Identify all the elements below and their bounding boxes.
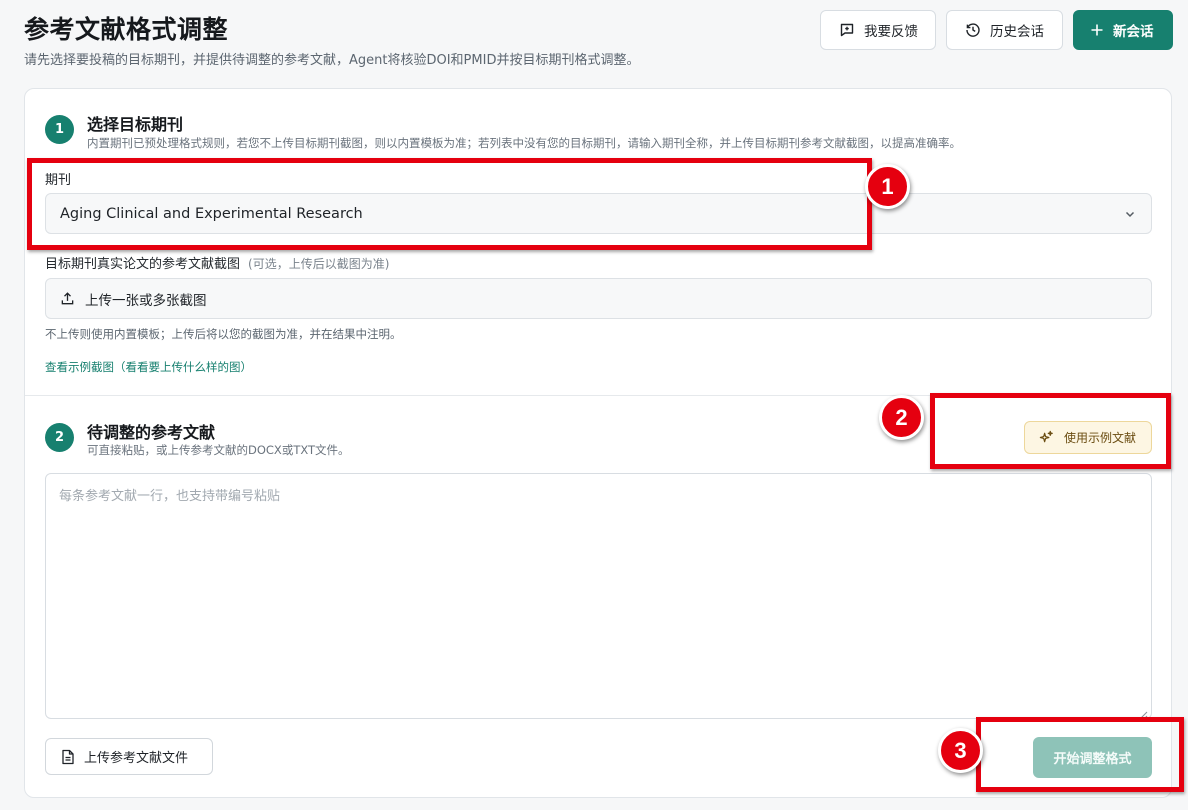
page-title: 参考文献格式调整 [24,15,229,44]
history-icon [965,22,981,38]
annotation-number-2: 2 [879,395,924,440]
annotation-box-1 [27,158,872,250]
step-1-title: 选择目标期刊 [87,115,184,134]
feedback-button[interactable]: 我要反馈 [820,10,936,50]
screenshot-upload-label: 上传一张或多张截图 [85,292,207,309]
annotation-number-1: 1 [865,164,910,209]
template-note: 不上传则使用内置模板；上传后将以您的截图为准，并在结果中注明。 [45,327,402,341]
references-textarea[interactable] [45,473,1152,719]
new-session-label: 新会话 [1113,24,1154,40]
annotation-number-3: 3 [938,728,983,773]
history-button[interactable]: 历史会话 [946,10,1063,50]
annotation-box-3 [976,717,1184,792]
screenshot-hint: (可选，上传后以截图为准) [248,257,390,271]
step-2-badge: 2 [45,423,74,452]
history-label: 历史会话 [990,24,1044,40]
step-2-description: 可直接粘贴，或上传参考文献的DOCX或TXT文件。 [87,443,350,457]
feedback-icon [839,22,855,38]
upload-references-file-label: 上传参考文献文件 [84,751,189,766]
screenshot-label: 目标期刊真实论文的参考文献截图 (可选，上传后以截图为准) [45,253,389,272]
feedback-label: 我要反馈 [864,24,918,40]
step-1-description: 内置期刊已预处理格式规则，若您不上传目标期刊截图，则以内置模板为准；若列表中没有… [87,136,961,150]
screenshot-label-text: 目标期刊真实论文的参考文献截图 [45,257,241,272]
example-screenshot-link[interactable]: 查看示例截图（看看要上传什么样的图） [45,359,252,375]
plus-icon [1090,23,1104,37]
upload-icon [60,291,75,306]
step-2-title: 待调整的参考文献 [87,423,216,442]
upload-references-file-button[interactable]: 上传参考文献文件 [45,738,213,775]
top-actions: 我要反馈 历史会话 新会话 [820,10,1173,50]
step-1-badge: 1 [45,115,74,144]
page-subtitle: 请先选择要投稿的目标期刊，并提供待调整的参考文献，Agent将核验DOI和PMI… [24,53,640,68]
chevron-down-icon [1123,207,1137,225]
screenshot-upload-button[interactable]: 上传一张或多张截图 [45,278,1152,319]
file-icon [61,749,75,765]
annotation-box-2 [930,393,1171,469]
new-session-button[interactable]: 新会话 [1073,10,1173,50]
